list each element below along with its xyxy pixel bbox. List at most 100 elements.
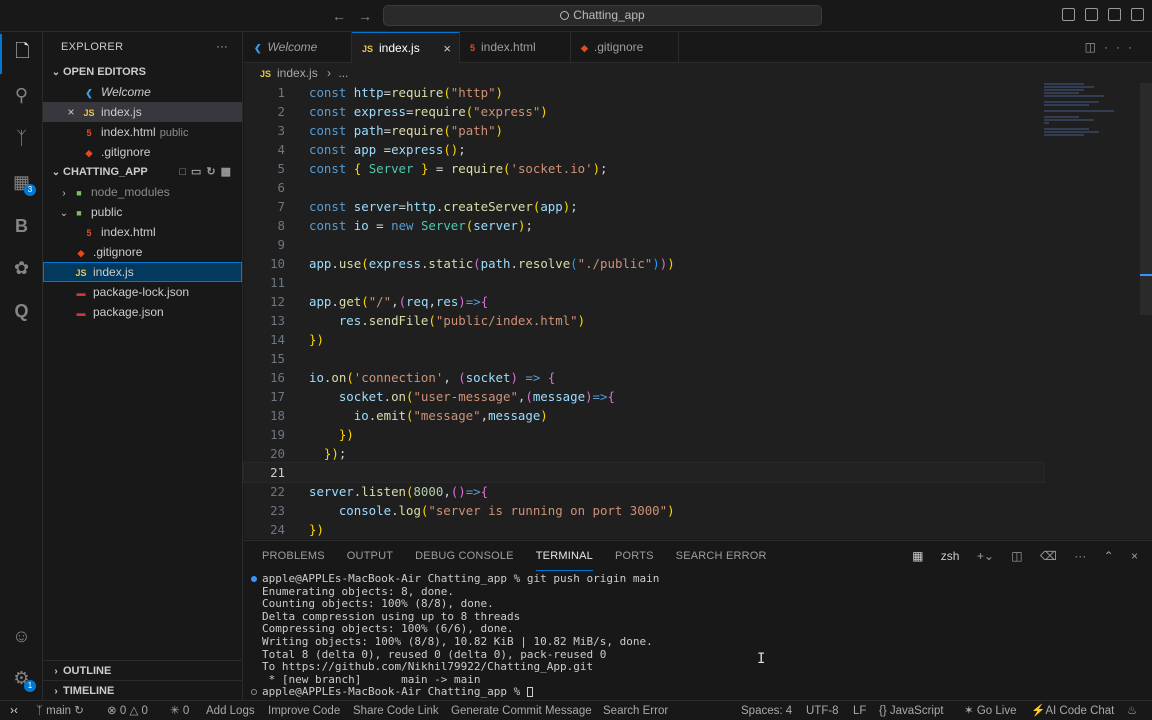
- tab-search-error[interactable]: SEARCH ERROR: [676, 541, 767, 571]
- tree-item-package-lock-json[interactable]: ▬ package-lock.json: [43, 282, 242, 302]
- code-line[interactable]: 12 app.get("/",(req,res)=>{: [244, 292, 1044, 311]
- explorer-icon[interactable]: 🗋: [0, 34, 43, 74]
- encoding-status[interactable]: UTF-8: [806, 701, 839, 720]
- code-line[interactable]: 21: [243, 462, 1045, 483]
- code-line[interactable]: 10 app.use(express.static(path.resolve(".…: [244, 254, 1044, 273]
- blackbox-icon[interactable]: B: [0, 206, 43, 246]
- open-editors-section[interactable]: ⌄ OPEN EDITORS: [43, 62, 242, 82]
- tab-problems[interactable]: PROBLEMS: [262, 541, 325, 571]
- open-editor-item-welcome[interactable]: ❮ Welcome: [43, 82, 242, 102]
- ports-status[interactable]: ✳ 0: [170, 701, 189, 720]
- code-line[interactable]: 9: [244, 235, 1044, 254]
- tab-index-js[interactable]: JS index.js ×: [352, 32, 460, 63]
- close-icon[interactable]: ×: [65, 102, 77, 122]
- tab-welcome[interactable]: ❮ Welcome: [244, 32, 352, 63]
- share-code-link-button[interactable]: Share Code Link: [353, 701, 439, 720]
- tab-ports[interactable]: PORTS: [615, 541, 654, 571]
- mongodb-leaf-icon[interactable]: ✿: [0, 248, 43, 288]
- back-arrow-icon[interactable]: ←: [332, 8, 346, 24]
- extensions-icon[interactable]: ▦ 3: [0, 162, 43, 202]
- collapse-all-icon[interactable]: ▩: [221, 166, 236, 178]
- more-actions-icon[interactable]: ···: [1074, 549, 1086, 563]
- search-error-button[interactable]: Search Error: [603, 701, 668, 720]
- code-line[interactable]: 11: [244, 273, 1044, 292]
- tab-output[interactable]: OUTPUT: [347, 541, 393, 571]
- project-section[interactable]: ⌄ CHATTING_APP □▭↻▩: [43, 162, 242, 182]
- code-editor[interactable]: 1 const http=require("http") 2 const expres…: [243, 83, 1152, 539]
- refresh-icon[interactable]: ↻: [206, 166, 220, 178]
- language-status[interactable]: {} JavaScript: [879, 701, 944, 720]
- toggle-secondary-sidebar-icon[interactable]: [1108, 8, 1121, 21]
- code-line[interactable]: 17 socket.on("user-message",(message)=>{: [244, 387, 1044, 406]
- maximize-panel-icon[interactable]: ⌃: [1104, 549, 1114, 563]
- eol-status[interactable]: LF: [853, 701, 866, 720]
- code-line[interactable]: 5 const { Server } = require('socket.io')…: [244, 159, 1044, 178]
- code-line[interactable]: 14}): [244, 330, 1044, 349]
- command-center-search[interactable]: Chatting_app: [383, 5, 822, 26]
- terminal-shell-selector[interactable]: ▦ zsh: [898, 549, 959, 563]
- more-actions-icon[interactable]: ···: [216, 32, 228, 62]
- notifications-bell-icon[interactable]: ♨: [1127, 701, 1137, 720]
- code-line[interactable]: 23 console.log("server is running on por…: [244, 501, 1044, 520]
- tab-index-html[interactable]: 5 index.html: [460, 32, 571, 63]
- forward-arrow-icon[interactable]: →: [358, 8, 372, 24]
- generate-commit-message-button[interactable]: Generate Commit Message: [451, 701, 592, 720]
- trash-icon[interactable]: ⌫: [1040, 549, 1057, 563]
- branch-status[interactable]: ᛉ main ↻: [36, 701, 84, 720]
- editor-scrollbar[interactable]: [1140, 83, 1152, 539]
- close-icon[interactable]: ×: [443, 33, 451, 64]
- tree-item-gitignore[interactable]: ◆ .gitignore: [43, 242, 242, 262]
- code-line[interactable]: 18 io.emit("message",message): [244, 406, 1044, 425]
- open-editor-item-index-html[interactable]: 5 index.html public: [43, 122, 242, 142]
- tab-gitignore[interactable]: ◆ .gitignore: [571, 32, 679, 63]
- code-line[interactable]: 22 server.listen(8000,()=>{: [244, 482, 1044, 501]
- minimap[interactable]: [1044, 83, 1136, 143]
- split-editor-icon[interactable]: ◫: [1085, 40, 1104, 54]
- terminal[interactable]: apple@APPLEs-MacBook-Air Chatting_app % …: [251, 572, 1142, 701]
- search-activity-icon[interactable]: ⚲: [0, 75, 43, 115]
- new-file-icon[interactable]: □: [179, 166, 191, 178]
- more-actions-icon[interactable]: ···: [1104, 40, 1140, 54]
- manage-gear-icon[interactable]: ⚙ 1: [0, 658, 43, 698]
- code-line[interactable]: 4 const app =express();: [244, 140, 1044, 159]
- new-terminal-icon[interactable]: +⌄: [977, 549, 994, 563]
- tree-item-index-html[interactable]: 5 index.html: [43, 222, 242, 242]
- new-folder-icon[interactable]: ▭: [191, 166, 206, 178]
- toggle-panel-icon[interactable]: [1085, 8, 1098, 21]
- code-line[interactable]: 2 const express=require("express"): [244, 102, 1044, 121]
- code-line[interactable]: 3 const path=require("path"): [244, 121, 1044, 140]
- open-editor-item-gitignore[interactable]: ◆ .gitignore: [43, 142, 242, 162]
- tree-item-node-modules[interactable]: › ■ node_modules: [43, 182, 242, 202]
- code-line[interactable]: 24}): [244, 520, 1044, 539]
- open-editor-item-index-js[interactable]: × JS index.js: [43, 102, 242, 122]
- tree-item-public[interactable]: ⌄ ■ public: [43, 202, 242, 222]
- scrollbar-thumb[interactable]: [1140, 83, 1152, 315]
- code-line[interactable]: 20 });: [244, 444, 1044, 463]
- code-line[interactable]: 19 }): [244, 425, 1044, 444]
- code-line[interactable]: 6: [244, 178, 1044, 197]
- improve-code-button[interactable]: Improve Code: [268, 701, 340, 720]
- code-line[interactable]: 16 io.on('connection', (socket) => {: [244, 368, 1044, 387]
- toggle-sidebar-icon[interactable]: [1062, 8, 1075, 21]
- timeline-section[interactable]: › TIMELINE: [43, 680, 243, 700]
- tree-item-package-json[interactable]: ▬ package.json: [43, 302, 242, 322]
- accounts-icon[interactable]: ☺: [0, 616, 43, 656]
- tab-debug-console[interactable]: DEBUG CONSOLE: [415, 541, 514, 571]
- close-panel-icon[interactable]: ×: [1131, 549, 1138, 563]
- problems-status[interactable]: ⊗ 0 △ 0: [107, 701, 148, 720]
- ai-code-chat-button[interactable]: ⚡AI Code Chat: [1031, 701, 1114, 720]
- source-control-icon[interactable]: ᛉ: [0, 118, 43, 158]
- code-line[interactable]: 1 const http=require("http"): [244, 83, 1044, 102]
- code-line[interactable]: 8 const io = new Server(server);: [244, 216, 1044, 235]
- breadcrumb-file[interactable]: index.js: [277, 66, 318, 80]
- outline-section[interactable]: › OUTLINE: [43, 660, 243, 680]
- go-live-button[interactable]: ✶ Go Live: [964, 701, 1016, 720]
- customize-layout-icon[interactable]: [1131, 8, 1144, 21]
- tab-terminal[interactable]: TERMINAL: [535, 541, 593, 571]
- code-line[interactable]: 7 const server=http.createServer(app);: [244, 197, 1044, 216]
- code-line[interactable]: 13 res.sendFile("public/index.html"): [244, 311, 1044, 330]
- code-line[interactable]: 15: [244, 349, 1044, 368]
- remote-indicator-icon[interactable]: ›‹: [0, 701, 28, 720]
- breadcrumb-symbol[interactable]: ...: [338, 66, 348, 80]
- qodo-icon[interactable]: Q: [0, 291, 43, 331]
